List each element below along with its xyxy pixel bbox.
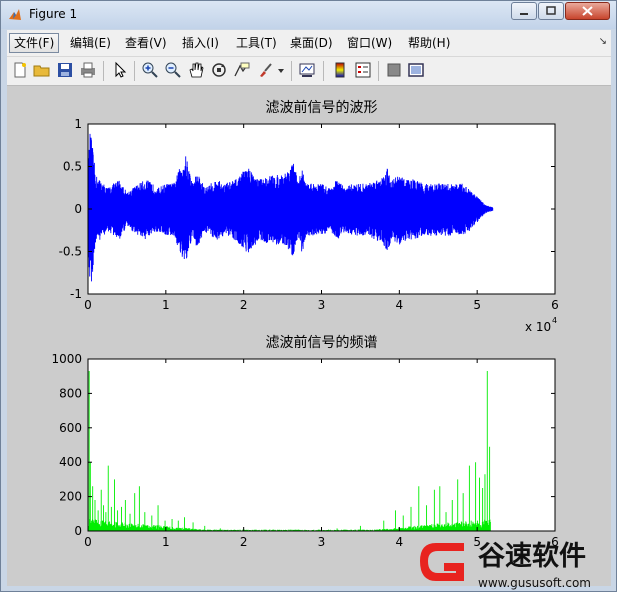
- legend-icon[interactable]: [354, 61, 372, 79]
- x-tick-label: 0: [84, 535, 92, 549]
- colorbar-icon[interactable]: [331, 61, 349, 79]
- toolbar-separator: [378, 61, 379, 81]
- axes-title: 滤波前信号的波形: [266, 99, 378, 116]
- menu-view[interactable]: 查看(V): [121, 34, 171, 52]
- toolbar-separator: [134, 61, 135, 81]
- x-exponent-label: x 10: [525, 320, 551, 334]
- new-file-icon[interactable]: [11, 61, 29, 79]
- y-tick-label: 1000: [51, 352, 82, 366]
- minimize-icon: [520, 13, 528, 15]
- zoom-in-icon[interactable]: [141, 61, 159, 79]
- menu-insert[interactable]: 插入(I): [178, 34, 223, 52]
- matlab-logo-icon: [9, 9, 21, 20]
- y-tick-label: 0: [74, 202, 82, 216]
- brush-icon[interactable]: [256, 61, 274, 79]
- dropdown-arrow-icon[interactable]: [276, 61, 286, 79]
- x-tick-label: 3: [318, 535, 326, 549]
- x-tick-label: 4: [396, 535, 404, 549]
- menu-overflow-icon[interactable]: ↘: [599, 36, 607, 47]
- show-plot-tools-icon[interactable]: [407, 61, 425, 79]
- y-tick-label: 200: [59, 490, 82, 504]
- window-title: Figure 1: [29, 7, 78, 21]
- menu-edit[interactable]: 编辑(E): [66, 34, 115, 52]
- close-button[interactable]: [565, 2, 610, 20]
- x-tick-label: 1: [162, 298, 170, 312]
- toolbar-separator: [291, 61, 292, 81]
- axes-title: 滤波前信号的频谱: [266, 334, 378, 351]
- data-cursor-icon[interactable]: [233, 61, 251, 79]
- save-icon[interactable]: [56, 61, 74, 79]
- toolbar-separator: [103, 61, 104, 81]
- figure-window: Figure 1 文件(F) 编辑(E) 查看(V) 插入(I) 工具(T) 桌…: [0, 0, 617, 592]
- x-tick-label: 2: [240, 298, 248, 312]
- y-tick-label: 0.5: [63, 160, 82, 174]
- maximize-icon: [546, 6, 556, 15]
- x-tick-label: 1: [162, 535, 170, 549]
- x-tick-label: 6: [551, 298, 559, 312]
- x-tick-label: 5: [473, 298, 481, 312]
- figure-canvas: 0 1 2 3 4 5 6 -1 -0.5 0 0.5 1 滤波前信号的波形 x 10 4 0 1 2 3 4 5 6 0 2…: [7, 86, 611, 586]
- x-tick-label: 0: [84, 298, 92, 312]
- close-icon: [582, 6, 593, 16]
- menu-tools[interactable]: 工具(T): [232, 34, 281, 52]
- open-folder-icon[interactable]: [33, 61, 51, 79]
- toolbar-separator: [323, 61, 324, 81]
- menu-window[interactable]: 窗口(W): [343, 34, 396, 52]
- zoom-out-icon[interactable]: [164, 61, 182, 79]
- rotate-3d-icon[interactable]: [210, 61, 228, 79]
- link-plot-icon[interactable]: [298, 61, 316, 79]
- x-tick-label: 3: [318, 298, 326, 312]
- watermark-logo: 谷速软件 www.gususoft.com: [420, 541, 591, 590]
- menu-desktop[interactable]: 桌面(D): [286, 34, 337, 52]
- pan-hand-icon[interactable]: [187, 61, 205, 79]
- y-tick-label: 600: [59, 421, 82, 435]
- figure-plots: 0 1 2 3 4 5 6-1-0.500.51滤波前信号的波形x 10 40 1 2 3 4 5 602…: [51, 99, 559, 549]
- y-tick-label: -1: [70, 287, 82, 301]
- y-tick-label: 1: [74, 117, 82, 131]
- menu-help[interactable]: 帮助(H): [404, 34, 454, 52]
- watermark-url: www.gususoft.com: [478, 576, 591, 590]
- watermark-brand: 谷速软件: [478, 541, 586, 572]
- toolbar: [7, 57, 611, 86]
- pointer-icon[interactable]: [111, 61, 129, 79]
- minimize-button[interactable]: [511, 2, 537, 20]
- x-tick-label: 2: [240, 535, 248, 549]
- y-tick-label: 0: [74, 524, 82, 538]
- y-tick-label: 800: [59, 386, 82, 400]
- maximize-button[interactable]: [538, 2, 564, 20]
- menu-bar: 文件(F) 编辑(E) 查看(V) 插入(I) 工具(T) 桌面(D) 窗口(W…: [7, 30, 611, 57]
- title-bar[interactable]: Figure 1: [1, 1, 616, 29]
- y-tick-label: -0.5: [59, 245, 82, 259]
- hide-plot-tools-icon[interactable]: [385, 61, 403, 79]
- menu-file[interactable]: 文件(F): [9, 33, 60, 53]
- print-icon[interactable]: [79, 61, 97, 79]
- y-tick-label: 400: [59, 455, 82, 469]
- x-tick-label: 4: [396, 298, 404, 312]
- x-exponent-power: 4: [552, 316, 557, 325]
